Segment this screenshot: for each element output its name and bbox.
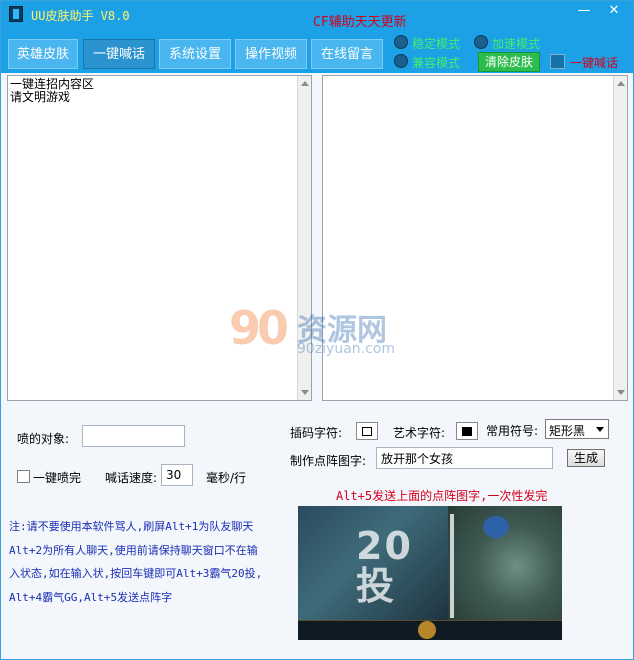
speed-label: 喊话速度: — [105, 471, 158, 485]
game-preview-image: 20 投 — [298, 506, 562, 640]
preview-hero — [483, 516, 509, 538]
minimize-icon[interactable]: — — [569, 2, 599, 20]
speed-input[interactable] — [161, 464, 193, 486]
radio-stable-mode[interactable] — [394, 35, 408, 49]
quick-shout-checkbox[interactable] — [550, 54, 565, 69]
combo-text-line-2: 请文明游戏 — [10, 90, 71, 104]
common-symbol-label: 常用符号: — [486, 424, 539, 438]
target-input[interactable] — [82, 425, 185, 447]
radio-compat-mode[interactable] — [394, 54, 408, 68]
note-line-4: Alt+4霸气GG,Alt+5发送点阵字 — [9, 590, 173, 604]
common-symbol-select[interactable]: 矩形黑 — [545, 419, 609, 439]
matrix-label: 制作点阵图字: — [290, 454, 367, 468]
preview-text-line-1: 20 — [356, 524, 413, 568]
chevron-down-icon — [596, 427, 604, 432]
preview-champion-portrait — [418, 621, 436, 639]
matrix-hint: Alt+5发送上面的点阵图字,一次性发完 — [336, 489, 548, 503]
art-label: 艺术字符: — [393, 426, 446, 440]
filled-square-icon — [462, 427, 472, 436]
main-window: UU皮肤助手 V8.0 CF辅助天天更新 — ✕ 英雄皮肤 一键喊话 系统设置 … — [0, 0, 634, 660]
preview-matrix-text: 20 投 — [356, 526, 413, 606]
watermark-number: 90 — [229, 301, 289, 355]
radio-compat-label: 兼容模式 — [412, 56, 461, 70]
art-symbol-button[interactable] — [456, 422, 478, 440]
scroll-up-icon[interactable] — [617, 81, 625, 86]
mosaic-symbol-button[interactable] — [356, 422, 378, 440]
title-bar: UU皮肤助手 V8.0 CF辅助天天更新 — ✕ 英雄皮肤 一键喊话 系统设置 … — [1, 1, 633, 73]
scroll-down-icon[interactable] — [301, 390, 309, 395]
app-icon — [9, 6, 23, 22]
tab-online-message[interactable]: 在线留言 — [311, 39, 383, 69]
close-icon[interactable]: ✕ — [599, 2, 629, 20]
tab-tutorial-video[interactable]: 操作视频 — [235, 39, 307, 69]
tab-system-settings[interactable]: 系统设置 — [159, 39, 231, 69]
radio-accel-label: 加速模式 — [492, 37, 541, 51]
right-scrollbar[interactable] — [613, 76, 627, 400]
preview-text-line-2: 投 — [356, 564, 397, 608]
window-title: UU皮肤助手 V8.0 — [31, 9, 130, 23]
matrix-text-input[interactable] — [376, 447, 553, 469]
watermark-url: 90ziyuan.com — [297, 341, 396, 357]
preview-chat-bar — [450, 514, 454, 618]
speed-unit: 毫秒/行 — [206, 471, 247, 485]
common-symbol-value: 矩形黑 — [549, 424, 586, 438]
tab-hero-skin[interactable]: 英雄皮肤 — [8, 39, 78, 69]
clear-skin-button[interactable]: 清除皮肤 — [478, 52, 540, 72]
empty-square-icon — [362, 427, 372, 436]
watermark-logo: 90 资源网 90ziyuan.com — [229, 301, 429, 371]
radio-stable-label: 稳定模式 — [412, 37, 461, 51]
tab-quick-shout[interactable]: 一键喊话 — [83, 39, 155, 69]
scroll-up-icon[interactable] — [301, 81, 309, 86]
radio-accel-mode[interactable] — [474, 35, 488, 49]
note-line-2: Alt+2为所有人聊天,使用前请保持聊天窗口不在输 — [9, 543, 258, 557]
promo-text: CF辅助天天更新 — [313, 15, 407, 30]
note-line-1: 注:请不要使用本软件骂人,刷屏Alt+1为队友聊天 — [9, 520, 254, 533]
generate-button[interactable]: 生成 — [567, 449, 605, 467]
note-line-3: 入状态,如在输入状,按回车键即可Alt+3霸气20投, — [9, 567, 263, 580]
scroll-down-icon[interactable] — [617, 390, 625, 395]
spray-complete-checkbox[interactable] — [17, 470, 30, 483]
mosaic-label: 插码字符: — [290, 426, 343, 440]
quick-shout-checkbox-label: 一键喊话 — [570, 56, 619, 70]
target-label: 喷的对象: — [17, 432, 70, 446]
spray-complete-label: 一键喷完 — [33, 471, 82, 485]
usage-note: 注:请不要使用本软件骂人,刷屏Alt+1为队友聊天 Alt+2为所有人聊天,使用… — [9, 515, 289, 609]
